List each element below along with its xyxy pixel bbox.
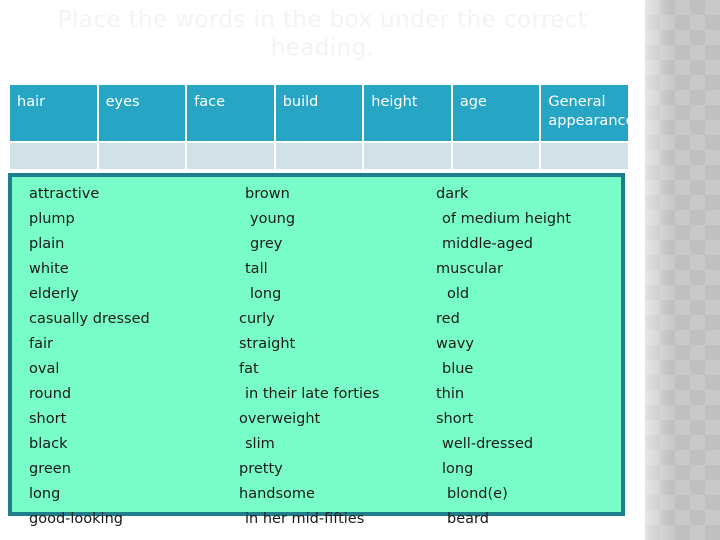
decorative-argyle-pattern: [645, 0, 720, 540]
word-bank-item[interactable]: fat: [224, 357, 419, 382]
word-bank-item[interactable]: grey: [235, 232, 419, 257]
word-bank-item[interactable]: green: [24, 457, 219, 482]
word-bank-item[interactable]: straight: [224, 332, 419, 357]
column-header-build: build: [275, 85, 363, 141]
word-bank-item[interactable]: old: [435, 282, 619, 307]
word-bank-item[interactable]: good-looking: [24, 507, 219, 532]
word-bank-item[interactable]: oval: [24, 357, 219, 382]
column-header-age: age: [452, 85, 540, 141]
column-header-face: face: [187, 85, 274, 141]
word-bank-item[interactable]: in their late forties: [230, 382, 419, 407]
word-bank-item[interactable]: casually dressed: [24, 307, 219, 332]
answer-cell-age[interactable]: [452, 143, 540, 169]
word-bank-item[interactable]: elderly: [24, 282, 219, 307]
word-bank-item[interactable]: long: [235, 282, 419, 307]
table-row: hair eyes face build height age General …: [10, 85, 634, 141]
answer-cell-build[interactable]: [275, 143, 363, 169]
table-header-row: hair eyes face build height age General …: [10, 85, 634, 141]
table-row: [10, 143, 628, 169]
word-bank-item[interactable]: muscular: [424, 257, 619, 282]
column-header-general-appearance: General appearance: [541, 85, 634, 141]
word-bank-item[interactable]: dark: [424, 182, 619, 207]
answer-cell-face[interactable]: [187, 143, 274, 169]
column-header-eyes: eyes: [98, 85, 186, 141]
word-bank-column-2: brown young grey tall long curly straight fat in…: [224, 182, 419, 532]
word-bank-box: attractive plump plain white elderly casually…: [8, 173, 625, 527]
word-bank-item[interactable]: young: [235, 207, 419, 232]
word-bank-item[interactable]: blond(e): [435, 482, 619, 507]
answer-cell-height[interactable]: [364, 143, 451, 169]
word-bank-item[interactable]: brown: [230, 182, 419, 207]
answer-cell-hair[interactable]: [10, 143, 97, 169]
column-header-hair: hair: [10, 85, 97, 141]
word-bank-item[interactable]: plain: [24, 232, 219, 257]
word-bank-item[interactable]: of medium height: [430, 207, 619, 232]
word-bank-item[interactable]: overweight: [224, 407, 419, 432]
word-bank-item[interactable]: red: [424, 307, 619, 332]
column-header-height: height: [364, 85, 451, 141]
answer-cell-eyes[interactable]: [98, 143, 186, 169]
word-bank-item[interactable]: pretty: [224, 457, 419, 482]
word-bank-item[interactable]: blue: [430, 357, 619, 382]
word-bank-item[interactable]: long: [24, 482, 219, 507]
word-bank-item[interactable]: attractive: [24, 182, 219, 207]
page-title: Place the words in the box under the cor…: [57, 7, 595, 61]
word-bank-item[interactable]: wavy: [424, 332, 619, 357]
word-bank-content: attractive plump plain white elderly casually…: [12, 177, 621, 527]
word-bank-item[interactable]: black: [24, 432, 219, 457]
word-bank-item[interactable]: curly: [224, 307, 419, 332]
word-bank-item[interactable]: fair: [24, 332, 219, 357]
word-bank-item[interactable]: plump: [24, 207, 219, 232]
word-bank-item[interactable]: in her mid-fifties: [230, 507, 419, 532]
word-bank-item[interactable]: beard: [435, 507, 619, 532]
word-bank-item[interactable]: thin: [424, 382, 619, 407]
word-bank-item[interactable]: middle-aged: [430, 232, 619, 257]
headings-table: hair eyes face build height age General …: [8, 83, 634, 171]
word-bank-item[interactable]: white: [24, 257, 219, 282]
word-bank-item[interactable]: well-dressed: [430, 432, 619, 457]
word-bank-item[interactable]: slim: [230, 432, 419, 457]
slide-canvas: Place the words in the box under the cor…: [0, 0, 645, 540]
table-body: [10, 143, 628, 169]
word-bank-item[interactable]: long: [430, 457, 619, 482]
word-bank-item[interactable]: round: [24, 382, 219, 407]
word-bank-item[interactable]: tall: [230, 257, 419, 282]
answer-cell-general-appearance[interactable]: [541, 143, 628, 169]
word-bank-item[interactable]: short: [24, 407, 219, 432]
word-bank-item[interactable]: short: [424, 407, 619, 432]
word-bank-column-1: attractive plump plain white elderly casually…: [24, 182, 219, 532]
word-bank-item[interactable]: handsome: [224, 482, 419, 507]
word-bank-column-3: dark of medium height middle-aged muscular o…: [424, 182, 619, 532]
